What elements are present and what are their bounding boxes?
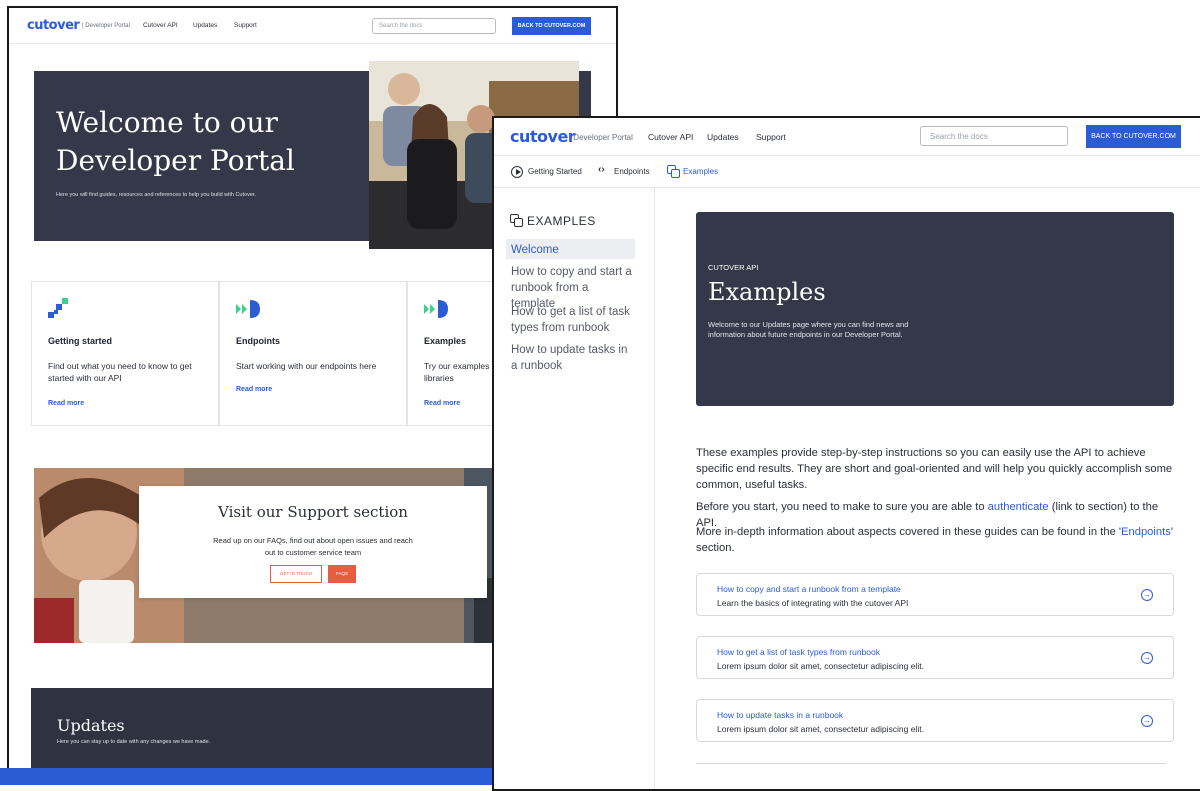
nav-cutover-api[interactable]: Cutover API (648, 132, 693, 142)
faqs-button[interactable]: FAQS (328, 565, 356, 583)
authenticate-link[interactable]: authenticate (988, 501, 1049, 513)
example-title: How to copy and start a runbook from a t… (717, 584, 901, 594)
search-input[interactable]: Search the docs (920, 126, 1068, 146)
content-divider (696, 763, 1166, 764)
example-desc: Lorem ipsum dolor sit amet, consectetur … (717, 724, 924, 734)
portal-label: | Developer Portal (82, 23, 130, 29)
portal-label: | Developer Portal (569, 133, 633, 142)
examples-hero: CUTOVER API Examples Welcome to our Upda… (696, 212, 1174, 406)
arrow-right-icon[interactable]: → (1141, 589, 1153, 601)
nav-updates[interactable]: Updates (193, 22, 217, 29)
sidebar-item-task-types[interactable]: How to get a list of task types from run… (511, 304, 635, 336)
copy-icon (667, 165, 681, 179)
back-to-cutover-button[interactable]: BACK TO CUTOVER.COM (512, 17, 591, 35)
read-more-link[interactable]: Read more (48, 400, 84, 407)
sidebar-heading: EXAMPLES (527, 214, 596, 228)
sub-nav: Getting Started ‹› Endpoints Examples (494, 156, 1200, 188)
more-info-paragraph: More in-depth information about aspects … (696, 526, 1173, 554)
example-card[interactable]: How to get a list of task types from run… (696, 636, 1174, 679)
example-desc: Lorem ipsum dolor sit amet, consectetur … (717, 661, 924, 671)
nav-support[interactable]: Support (756, 132, 786, 142)
get-in-touch-button[interactable]: GET IN TOUCH (270, 565, 322, 583)
example-desc: Learn the basics of integrating with the… (717, 598, 909, 608)
updates-subtitle: Here you can stay up to date with any ch… (57, 739, 211, 745)
play-arrow-icon (424, 300, 448, 318)
copy-icon (510, 214, 524, 228)
cutover-logo[interactable]: cutover (510, 127, 576, 146)
example-title: How to update tasks in a runbook (717, 710, 844, 720)
arrow-right-icon[interactable]: → (1141, 652, 1153, 664)
card-text: Start working with our endpoints here (236, 361, 377, 371)
top-nav: cutover | Developer Portal Cutover API U… (9, 8, 616, 44)
support-title: Visit our Support section (218, 503, 408, 521)
read-more-link[interactable]: Read more (236, 386, 272, 393)
card-title: Getting started (48, 336, 113, 346)
example-card[interactable]: How to update tasks in a runbook Lorem i… (696, 699, 1174, 742)
subnav-endpoints[interactable]: Endpoints (614, 167, 650, 176)
hero-title: Examples (708, 278, 826, 306)
hero-title-line2: Developer Portal (56, 144, 295, 177)
support-text: Read up on our FAQs, find out about open… (213, 536, 413, 557)
support-card: Visit our Support section Read up on our… (139, 486, 487, 598)
nav-support[interactable]: Support (234, 22, 257, 29)
sidebar-item-welcome[interactable]: Welcome (506, 239, 635, 259)
back-to-cutover-button[interactable]: BACK TO CUTOVER.COM (1086, 125, 1181, 148)
top-nav: cutover | Developer Portal Cutover API U… (494, 118, 1200, 156)
play-arrow-icon (236, 300, 260, 318)
hero-subtitle: Here you will find guides, resources and… (56, 192, 256, 198)
subnav-examples[interactable]: Examples (683, 167, 718, 176)
card-text: Find out what you need to know to get st… (48, 361, 192, 383)
cutover-logo[interactable]: cutover (27, 18, 80, 33)
play-circle-icon (511, 166, 523, 178)
search-input[interactable]: Search the docs (372, 18, 496, 34)
subnav-getting-started[interactable]: Getting Started (528, 167, 582, 176)
nav-cutover-api[interactable]: Cutover API (143, 22, 178, 29)
sidebar-item-update-tasks[interactable]: How to update tasks in a runbook (511, 342, 635, 374)
hero-text: Welcome to our Updates page where you ca… (708, 320, 909, 339)
examples-window: cutover | Developer Portal Cutover API U… (492, 116, 1200, 791)
example-card[interactable]: How to copy and start a runbook from a t… (696, 573, 1174, 616)
example-title: How to get a list of task types from run… (717, 647, 880, 657)
updates-title: Updates (57, 716, 125, 735)
intro-paragraph: These examples provide step-by-step inst… (696, 447, 1173, 491)
nav-updates[interactable]: Updates (707, 132, 739, 142)
read-more-link[interactable]: Read more (424, 400, 460, 407)
pixel-blocks-icon (48, 298, 68, 318)
card-title: Examples (424, 336, 467, 346)
blue-footer-bar (0, 768, 495, 785)
code-brackets-icon: ‹› (598, 164, 605, 175)
card-endpoints[interactable]: Endpoints Start working with our endpoin… (219, 281, 407, 426)
sidebar-divider (654, 188, 655, 789)
card-title: Endpoints (236, 336, 280, 346)
hero-kicker: CUTOVER API (708, 263, 759, 272)
arrow-right-icon[interactable]: → (1141, 715, 1153, 727)
hero-title-line1: Welcome to our (56, 106, 278, 139)
card-getting-started[interactable]: Getting started Find out what you need t… (31, 281, 219, 426)
endpoints-link[interactable]: Endpoints (1121, 526, 1171, 538)
